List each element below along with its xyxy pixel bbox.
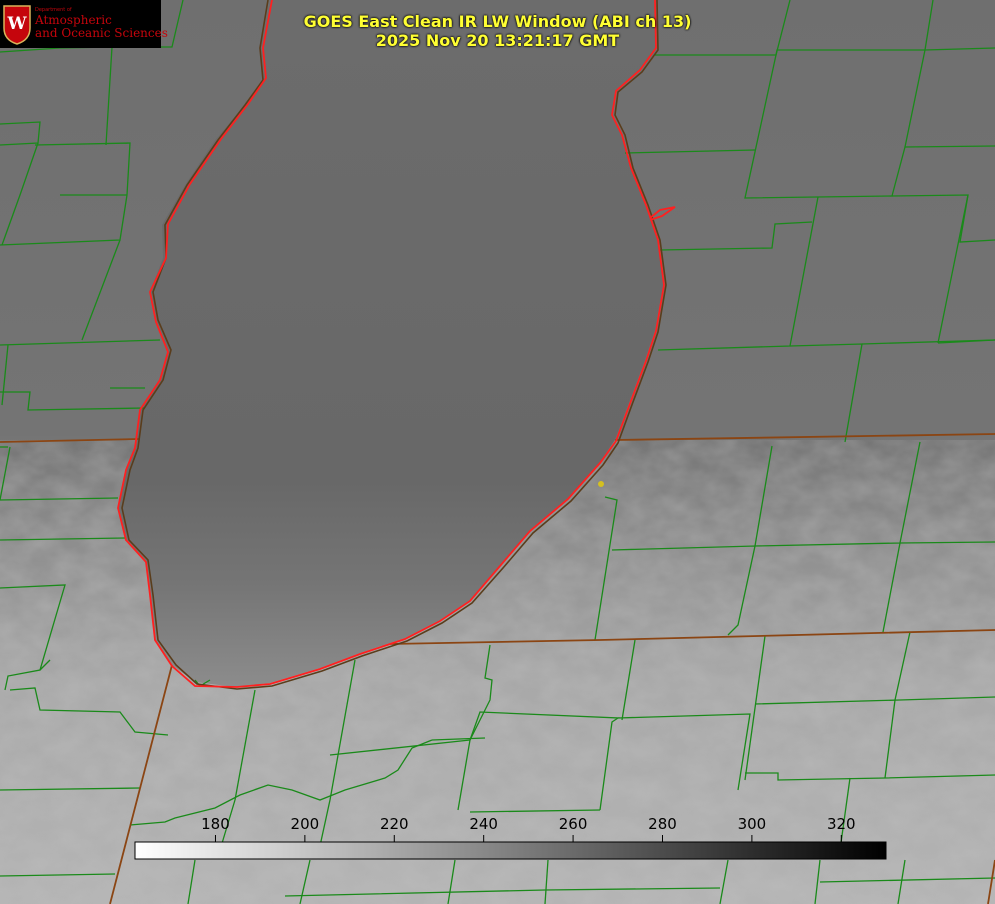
title-product: GOES East Clean IR LW Window (ABI ch 13) (303, 12, 692, 31)
colorbar-tick-label: 320 (826, 815, 856, 833)
colorbar-tick-label: 300 (737, 815, 767, 833)
colorbar (134, 841, 887, 860)
colorbar-tick-label: 200 (290, 815, 320, 833)
colorbar-tick-label: 180 (201, 815, 230, 833)
colorbar-tick-label: 240 (469, 815, 498, 833)
city-marker-dot (598, 481, 604, 487)
title-timestamp: 2025 Nov 20 13:21:17 GMT (375, 31, 620, 50)
colorbar-tick-label: 220 (379, 815, 409, 833)
image-title: GOES East Clean IR LW Window (ABI ch 13)… (0, 12, 995, 50)
colorbar-tick-label: 280 (648, 815, 677, 833)
satellite-map (0, 0, 995, 904)
colorbar-labels: 180 200 220 240 260 280 300 320 (0, 815, 995, 835)
colorbar-tick-label: 260 (558, 815, 588, 833)
